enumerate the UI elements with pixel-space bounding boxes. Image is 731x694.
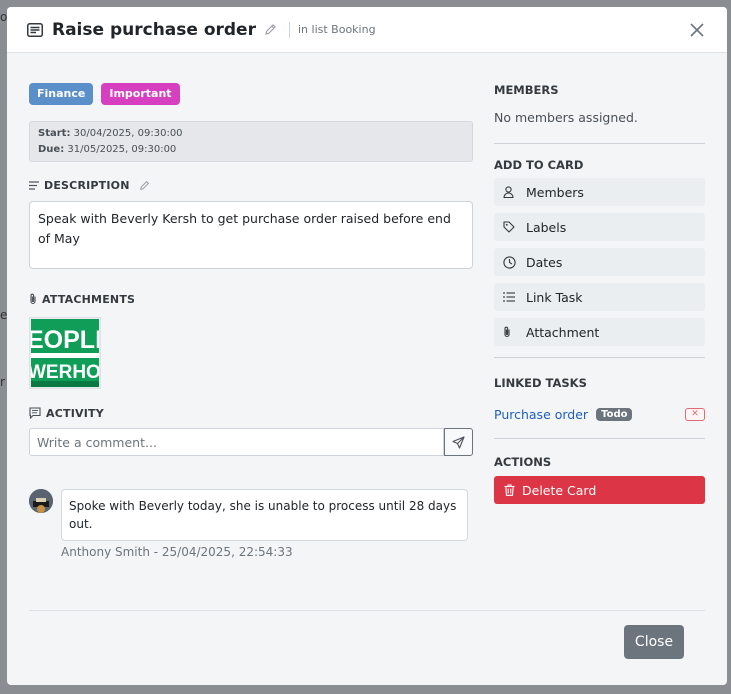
add-to-card-list: Members Labels Dates Link Task Attachmen…	[494, 178, 705, 346]
attachment-image: EOPLE WERHOU	[31, 319, 99, 387]
link-task-button[interactable]: Link Task	[494, 283, 705, 311]
attachment-thumbnail[interactable]: EOPLE WERHOU	[29, 317, 101, 389]
add-attachment-label: Attachment	[526, 324, 600, 340]
divider	[494, 438, 705, 439]
list-icon	[503, 292, 517, 302]
activity-heading: ACTIVITY	[29, 405, 473, 421]
divider	[288, 21, 290, 38]
due-date: 31/05/2025, 09:30:00	[67, 144, 177, 155]
comment-body: Spoke with Beverly today, she is unable …	[61, 489, 468, 559]
divider	[494, 357, 705, 358]
description-heading-text: DESCRIPTION	[44, 178, 130, 192]
start-label: Start:	[38, 128, 71, 139]
status-badge: Todo	[596, 408, 633, 421]
footer-divider	[29, 610, 705, 611]
delete-card-label: Delete Card	[522, 482, 597, 498]
link-task-label: Link Task	[526, 289, 583, 305]
background-fragment: r	[0, 375, 5, 389]
comment-form	[29, 428, 473, 456]
divider	[494, 143, 705, 144]
attachments-heading: ATTACHMENTS	[29, 291, 473, 307]
linked-task-link[interactable]: Purchase order	[494, 407, 588, 422]
add-to-card-heading: ADD TO CARD	[494, 158, 584, 172]
comment-meta: Anthony Smith - 25/04/2025, 22:54:33	[61, 545, 293, 559]
main-column: Finance Important Start: 30/04/2025, 09:…	[29, 83, 473, 559]
modal-header: Raise purchase order in list Booking	[7, 7, 727, 53]
send-comment-button[interactable]	[444, 428, 473, 456]
trash-icon	[504, 484, 515, 496]
paperclip-icon	[29, 293, 37, 305]
card-title[interactable]: Raise purchase order	[52, 20, 256, 40]
activity-heading-text: ACTIVITY	[46, 406, 104, 420]
label-badge-important[interactable]: Important	[101, 83, 180, 105]
card-icon	[27, 22, 44, 37]
person-icon	[503, 186, 517, 198]
due-label: Due:	[38, 144, 65, 155]
add-dates-button[interactable]: Dates	[494, 248, 705, 276]
add-labels-label: Labels	[526, 219, 567, 235]
comment-icon	[29, 407, 41, 419]
list-name: in list Booking	[297, 23, 376, 36]
members-empty-text: No members assigned.	[494, 110, 638, 125]
description-heading: DESCRIPTION	[29, 177, 473, 193]
thumb-text-top: EOPLE	[31, 326, 99, 354]
text-lines-icon	[29, 180, 39, 190]
add-members-button[interactable]: Members	[494, 178, 705, 206]
edit-title-pencil-icon[interactable]	[264, 23, 277, 36]
linked-tasks-heading: LINKED TASKS	[494, 376, 587, 390]
close-button[interactable]: Close	[624, 625, 684, 659]
sidebar: MEMBERS No members assigned. ADD TO CARD…	[494, 83, 705, 504]
attachments-heading-text: ATTACHMENTS	[42, 292, 136, 306]
send-icon	[452, 435, 465, 449]
paperclip-icon	[503, 326, 517, 338]
dates-box[interactable]: Start: 30/04/2025, 09:30:00 Due: 31/05/2…	[29, 121, 473, 162]
members-heading: MEMBERS	[494, 83, 559, 97]
card-modal: Raise purchase order in list Booking Fin…	[7, 7, 727, 685]
edit-description-pencil-icon[interactable]	[139, 180, 150, 191]
comment-item: Spoke with Beverly today, she is unable …	[29, 489, 473, 559]
close-icon[interactable]	[687, 20, 707, 40]
unlink-task-button[interactable]: ✕	[685, 408, 705, 421]
label-badges: Finance Important	[29, 83, 473, 105]
delete-card-button[interactable]: Delete Card	[494, 476, 705, 504]
add-labels-button[interactable]: Labels	[494, 213, 705, 241]
add-dates-label: Dates	[526, 254, 563, 270]
description-text[interactable]: Speak with Beverly Kersh to get purchase…	[29, 201, 473, 269]
start-date: 30/04/2025, 09:30:00	[73, 128, 183, 139]
avatar	[29, 489, 53, 513]
thumb-text-bottom: WERHOU	[31, 362, 99, 383]
comment-text: Spoke with Beverly today, she is unable …	[61, 489, 468, 541]
linked-task-row: Purchase order Todo ✕	[494, 407, 705, 422]
tag-icon	[503, 221, 517, 233]
clock-icon	[503, 255, 517, 269]
actions-heading: ACTIONS	[494, 455, 552, 469]
add-attachment-button[interactable]: Attachment	[494, 318, 705, 346]
label-badge-finance[interactable]: Finance	[29, 83, 94, 105]
comment-input[interactable]	[29, 428, 444, 456]
add-members-label: Members	[526, 184, 584, 200]
